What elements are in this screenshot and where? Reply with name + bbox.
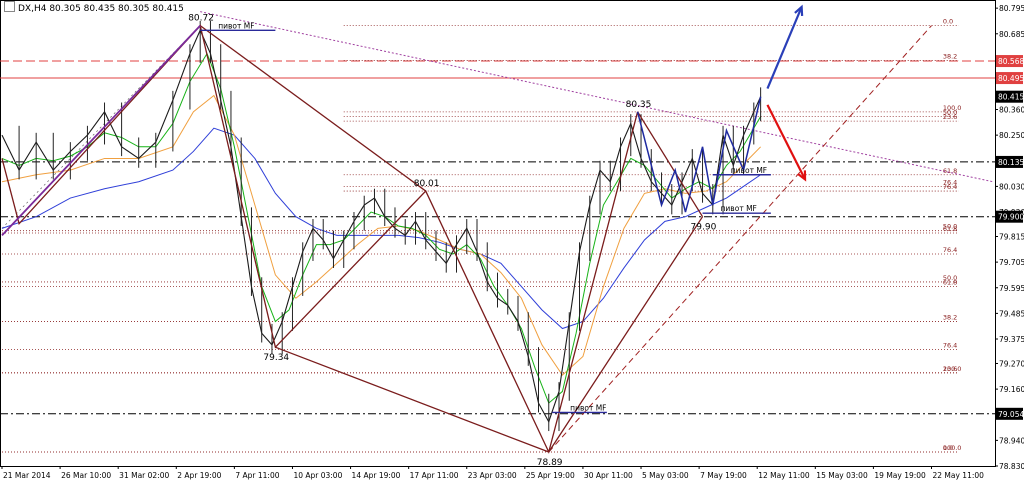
x-tick-label: 10 Apr 03:00: [293, 471, 342, 480]
pivot-mf-label: пивот MF: [721, 204, 757, 213]
price-chart[interactable]: 21 Mar 2014 26 Mar 10:00 31 Mar 02:00 2 Apr…: [0, 0, 1024, 482]
y-tick-label: 79.160: [999, 385, 1024, 394]
pivot-value-label: 79.90: [691, 223, 717, 233]
x-tick-label: 7 Apr 11:00: [235, 471, 279, 480]
x-tick-label: 23 Apr 03:00: [468, 471, 517, 480]
y-tick-label: 80.030: [999, 182, 1024, 191]
x-tick-label: 25 Apr 19:00: [526, 471, 575, 480]
chart-title: DX,H4 80.305 80.435 80.305 80.415: [4, 1, 184, 14]
pivot-mf-label: пивот MF: [218, 21, 254, 30]
y-tick-label: 80.360: [999, 106, 1024, 115]
y-tick-label: 80.685: [999, 30, 1024, 39]
current-price-box-label: 80.415: [998, 93, 1024, 102]
pivot-value-label: 80.35: [626, 100, 652, 110]
x-tick-label: 2 Apr 19:00: [177, 471, 221, 480]
y-tick-label: 78.940: [999, 436, 1024, 445]
x-tick-label: 7 May 19:00: [700, 471, 747, 480]
fib-upper-label: 76.4: [943, 178, 957, 186]
x-tick-label: 30 Apr 11:00: [584, 471, 633, 480]
x-tick-label: 22 May 11:00: [932, 471, 984, 480]
price-box-label: 80.495: [998, 74, 1024, 83]
x-tick-label: 17 Apr 11:00: [410, 471, 459, 480]
plot-area: [0, 0, 996, 467]
x-tick-label: 31 Mar 02:00: [119, 471, 169, 480]
y-tick-label: 79.270: [999, 359, 1024, 368]
x-tick-label: 14 Apr 19:00: [352, 471, 401, 480]
fib-lower-label: 100.0: [943, 444, 962, 452]
y-tick-label: 78.830: [999, 462, 1024, 471]
x-tick-label: 19 May 19:00: [874, 471, 926, 480]
x-tick-label: 12 May 11:00: [758, 471, 810, 480]
y-tick-label: 80.250: [999, 131, 1024, 140]
pivot-mf-label: пивот MF: [570, 403, 606, 412]
y-tick-label: 79.375: [999, 335, 1024, 344]
pivot-value-label: 78.89: [537, 458, 563, 468]
fib-upper-label: 38.2: [943, 53, 957, 61]
y-tick-label: 79.485: [999, 309, 1024, 318]
chart-window: DX,H4 80.305 80.435 80.305 80.415 21 Mar…: [0, 0, 1024, 482]
pivot-mf-label: пивот MF: [731, 166, 767, 175]
x-tick-label: 5 May 03:00: [642, 471, 689, 480]
symbol-label: DX,H4: [18, 4, 47, 14]
y-tick-label: 79.815: [999, 232, 1024, 241]
price-box-label: 80.568: [998, 57, 1024, 66]
x-tick-label: 21 Mar 2014: [3, 471, 51, 480]
chart-window-icon[interactable]: [4, 1, 15, 12]
y-tick-label: 80.795: [999, 4, 1024, 13]
y-tick-label: 79.705: [999, 258, 1024, 267]
pivot-value-label: 79.34: [263, 353, 289, 363]
price-box-label: 80.135: [998, 158, 1024, 167]
x-tick-label: 26 Mar 10:00: [61, 471, 111, 480]
fib-upper-label: 50.0: [943, 109, 957, 117]
price-box-label: 79.054: [998, 410, 1024, 419]
fib-lower-label: 50.0: [943, 223, 957, 231]
fib-lower-label: 76.4: [943, 342, 957, 350]
fib-lower-label: 76.4: [943, 246, 957, 254]
price-box-label: 79.900: [998, 213, 1024, 222]
fib-lower-label: 61.8: [943, 279, 957, 287]
fib-lower-label: 38.2: [943, 314, 957, 322]
x-tick-label: 15 May 03:00: [816, 471, 868, 480]
pivot-value-label: 80.01: [414, 179, 440, 189]
y-tick-label: 79.595: [999, 284, 1024, 293]
fib-lower-label: 100.0: [943, 365, 962, 373]
ohlc-label: 80.305 80.435 80.305 80.415: [49, 4, 184, 14]
pivot-value-label: 80.72: [188, 14, 214, 24]
fib-upper-label: 0.0: [943, 18, 953, 26]
